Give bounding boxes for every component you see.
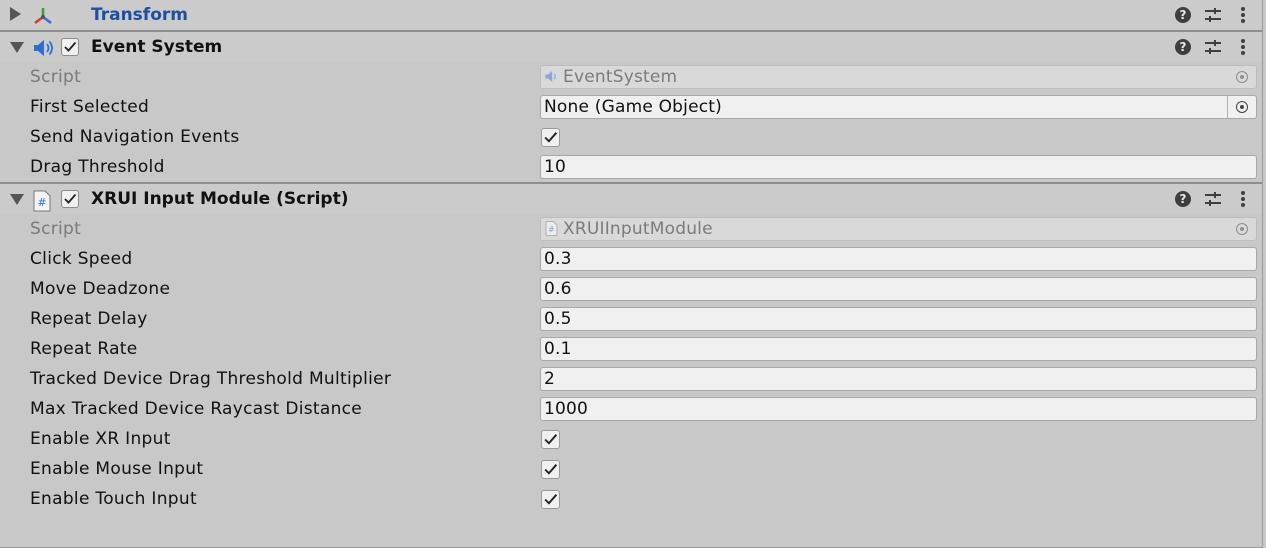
inspector-panel: Transform ? Event System ? Script EventS… xyxy=(0,0,1263,548)
kebab-menu-icon[interactable] xyxy=(1232,36,1254,58)
transform-header-buttons: ? xyxy=(1172,4,1254,26)
max-raycast-row: Max Tracked Device Raycast Distance 1000 xyxy=(0,394,1262,424)
enable-touch-label: Enable Touch Input xyxy=(30,489,197,509)
max-raycast-input[interactable]: 1000 xyxy=(540,397,1257,421)
foldout-collapsed-icon[interactable] xyxy=(10,7,21,21)
send-navigation-checkbox[interactable] xyxy=(541,128,560,147)
foldout-expanded-icon[interactable] xyxy=(10,194,24,205)
kebab-menu-icon[interactable] xyxy=(1232,4,1254,26)
script-label: Script xyxy=(30,67,82,87)
transform-header[interactable]: Transform ? xyxy=(0,0,1262,30)
enable-xr-label: Enable XR Input xyxy=(30,429,171,449)
first-selected-value: None (Game Object) xyxy=(544,97,722,117)
click-speed-row: Click Speed 0.3 xyxy=(0,244,1262,274)
enable-mouse-checkbox[interactable] xyxy=(541,460,560,479)
tracked-drag-label: Tracked Device Drag Threshold Multiplier xyxy=(30,369,392,389)
svg-text:#: # xyxy=(548,225,554,234)
kebab-menu-icon[interactable] xyxy=(1232,188,1254,210)
presets-sliders-icon[interactable] xyxy=(1202,36,1224,58)
first-selected-row: First Selected None (Game Object) xyxy=(0,92,1262,122)
enable-touch-checkbox[interactable] xyxy=(541,490,560,509)
repeat-delay-row: Repeat Delay 0.5 xyxy=(0,304,1262,334)
xrui-script-row: Script # XRUIInputModule xyxy=(0,214,1262,244)
script-value: EventSystem xyxy=(563,67,678,87)
script-row: Script EventSystem xyxy=(0,62,1262,92)
max-raycast-label: Max Tracked Device Raycast Distance xyxy=(30,399,363,419)
drag-threshold-label: Drag Threshold xyxy=(30,157,165,177)
enable-touch-row: Enable Touch Input xyxy=(0,484,1262,514)
transform-gizmo-icon xyxy=(32,6,52,26)
event-system-header-buttons: ? xyxy=(1172,36,1254,58)
script-field: EventSystem xyxy=(540,65,1257,89)
send-navigation-label: Send Navigation Events xyxy=(30,127,240,147)
event-system-header[interactable]: Event System ? xyxy=(0,30,1262,62)
tracked-drag-row: Tracked Device Drag Threshold Multiplier… xyxy=(0,364,1262,394)
move-deadzone-input[interactable]: 0.6 xyxy=(540,277,1257,301)
xrui-input-module-header[interactable]: # XRUI Input Module (Script) ? xyxy=(0,182,1262,214)
xrui-header-buttons: ? xyxy=(1172,188,1254,210)
svg-text:#: # xyxy=(37,196,46,209)
help-icon[interactable]: ? xyxy=(1172,4,1194,26)
event-system-body: Script EventSystem First Selected None (… xyxy=(0,62,1262,182)
event-system-title: Event System xyxy=(91,37,223,57)
object-picker-icon xyxy=(1228,218,1256,240)
tracked-drag-input[interactable]: 2 xyxy=(540,367,1257,391)
enable-xr-checkbox[interactable] xyxy=(541,430,560,449)
send-navigation-row: Send Navigation Events xyxy=(0,122,1262,152)
presets-sliders-icon[interactable] xyxy=(1202,188,1224,210)
object-picker-icon xyxy=(1228,66,1256,88)
script-hash-icon: # xyxy=(544,220,559,236)
xrui-script-value: XRUIInputModule xyxy=(563,219,713,239)
xrui-enable-checkbox[interactable] xyxy=(61,190,79,208)
help-icon[interactable]: ? xyxy=(1172,188,1194,210)
presets-sliders-icon[interactable] xyxy=(1202,4,1224,26)
script-label: Script xyxy=(30,219,82,239)
repeat-rate-label: Repeat Rate xyxy=(30,339,138,359)
foldout-expanded-icon[interactable] xyxy=(10,42,24,53)
enable-mouse-label: Enable Mouse Input xyxy=(30,459,204,479)
event-system-script-icon xyxy=(544,68,559,83)
drag-threshold-row: Drag Threshold 10 xyxy=(0,152,1262,182)
object-picker-icon[interactable] xyxy=(1227,96,1256,118)
move-deadzone-label: Move Deadzone xyxy=(30,279,171,299)
first-selected-label: First Selected xyxy=(30,97,150,117)
script-hash-icon: # xyxy=(32,190,52,212)
enable-xr-row: Enable XR Input xyxy=(0,424,1262,454)
transform-title[interactable]: Transform xyxy=(91,5,188,25)
repeat-delay-input[interactable]: 0.5 xyxy=(540,307,1257,331)
move-deadzone-row: Move Deadzone 0.6 xyxy=(0,274,1262,304)
repeat-rate-input[interactable]: 0.1 xyxy=(540,337,1257,361)
click-speed-input[interactable]: 0.3 xyxy=(540,247,1257,271)
event-system-enable-checkbox[interactable] xyxy=(61,38,79,56)
xrui-body: Script # XRUIInputModule Click Speed 0.3… xyxy=(0,214,1262,514)
drag-threshold-input[interactable]: 10 xyxy=(540,155,1257,179)
xrui-title: XRUI Input Module (Script) xyxy=(91,189,349,209)
help-icon[interactable]: ? xyxy=(1172,36,1194,58)
event-system-speaker-icon xyxy=(32,38,53,58)
enable-mouse-row: Enable Mouse Input xyxy=(0,454,1262,484)
first-selected-field[interactable]: None (Game Object) xyxy=(540,95,1257,119)
repeat-rate-row: Repeat Rate 0.1 xyxy=(0,334,1262,364)
click-speed-label: Click Speed xyxy=(30,249,133,269)
xrui-script-field: # XRUIInputModule xyxy=(540,217,1257,241)
repeat-delay-label: Repeat Delay xyxy=(30,309,148,329)
